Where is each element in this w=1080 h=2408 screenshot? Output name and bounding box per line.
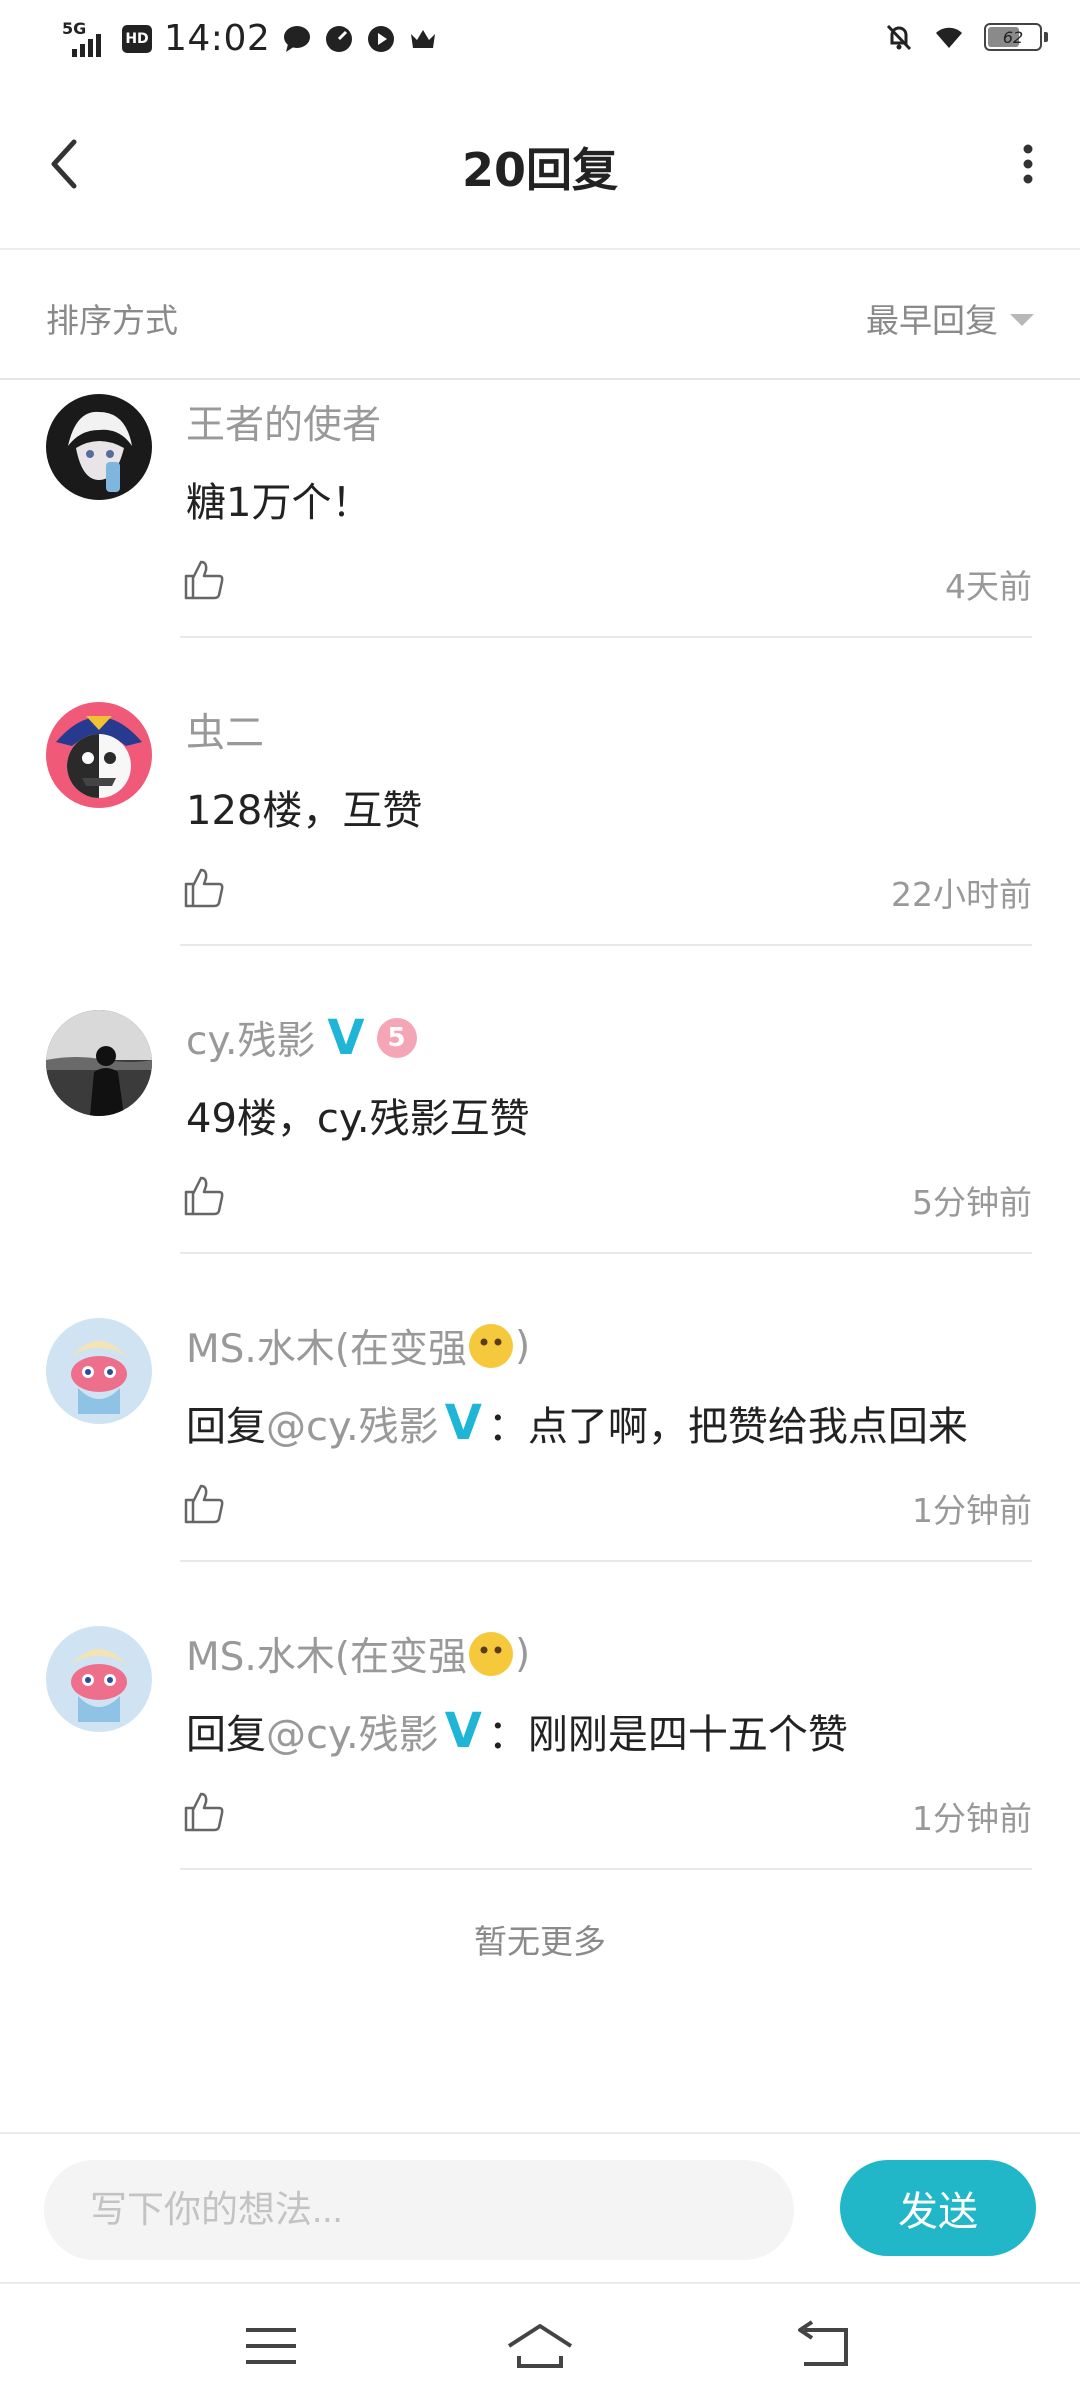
dropdown-triangle-icon [1010, 314, 1034, 326]
system-nav-bar [0, 2282, 1080, 2408]
header: 20回复 [0, 82, 1080, 250]
neutral-face-emoji-icon [469, 1632, 514, 1676]
reply-text: 49楼，cy.残影互赞 [186, 1096, 530, 1142]
avatar[interactable] [46, 394, 152, 500]
sort-bar: 排序方式 最早回复 [0, 250, 1080, 380]
reply-time: 4天前 [945, 567, 1032, 606]
status-bar: 5G HD 14:02 62 [0, 0, 1080, 82]
reply-item: 王者的使者 糖1万个！ 4天前 [0, 380, 1080, 638]
reply-text: ：点了啊，把赞给我点回来 [487, 1404, 968, 1450]
verified-badge: V [327, 1010, 365, 1066]
reply-item: MS.水木(在变强) 回复 @cy.残影 V ：刚刚是四十五个赞 1分钟前 [0, 1562, 1080, 1870]
hd-icon: HD [122, 24, 152, 53]
reply-item: cy.残影 V 5 49楼，cy.残影互赞 5分钟前 [0, 946, 1080, 1254]
thumbs-up-icon[interactable] [182, 1174, 226, 1218]
avatar[interactable] [46, 702, 152, 808]
crown-icon [411, 29, 436, 48]
sort-dropdown[interactable]: 最早回复 [866, 294, 1034, 342]
reply-author[interactable]: cy.残影 V 5 [186, 1010, 417, 1066]
level-badge: 5 [376, 1018, 417, 1058]
thumbs-up-icon[interactable] [182, 1482, 226, 1526]
author-name: MS.水木(在变强 [186, 1635, 468, 1680]
divider [180, 1868, 1032, 1870]
more-options-icon[interactable] [1016, 140, 1040, 188]
play-icon [368, 25, 395, 52]
reply-author[interactable]: MS.水木(在变强) [186, 1626, 530, 1682]
reply-prefix: 回复 [186, 1404, 266, 1450]
mention-link[interactable]: @cy.残影 [266, 1394, 439, 1452]
send-button[interactable]: 发送 [840, 2160, 1036, 2256]
bell-off-icon [886, 24, 912, 51]
verified-badge: V [444, 1395, 482, 1451]
reply-author[interactable]: 虫二 [186, 702, 264, 758]
reply-text: ：刚刚是四十五个赞 [487, 1712, 848, 1758]
reply-item: 虫二 128楼，互赞 22小时前 [0, 638, 1080, 946]
thumbs-up-icon[interactable] [182, 1790, 226, 1834]
reply-time: 1分钟前 [912, 1799, 1032, 1838]
thumbs-up-icon[interactable] [182, 866, 226, 910]
sort-value: 最早回复 [866, 301, 998, 340]
reply-item: MS.水木(在变强) 回复 @cy.残影 V ：点了啊，把赞给我点回来 1分钟前 [0, 1254, 1080, 1562]
reply-time: 5分钟前 [912, 1183, 1032, 1222]
reply-prefix: 回复 [186, 1712, 266, 1758]
reply-time: 22小时前 [891, 875, 1032, 914]
reply-author[interactable]: MS.水木(在变强) [186, 1318, 530, 1374]
author-name: cy.残影 [186, 1019, 316, 1064]
no-more-label: 暂无更多 [474, 1922, 606, 1961]
author-name-suffix: ) [515, 1631, 531, 1677]
neutral-face-emoji-icon [469, 1324, 514, 1368]
reply-list: 王者的使者 糖1万个！ 4天前 虫二 128楼，互赞 22小时前 cy.残影 V… [0, 380, 1080, 1870]
reply-time: 1分钟前 [912, 1491, 1032, 1530]
reply-text: 128楼，互赞 [186, 788, 423, 834]
composer-bar: 发送 [0, 2132, 1080, 2282]
verified-badge: V [444, 1703, 482, 1759]
thumbs-up-icon[interactable] [182, 558, 226, 602]
page-title: 20回复 [461, 143, 618, 197]
reply-content: 回复 @cy.残影 V ：点了啊，把赞给我点回来 [186, 1394, 968, 1452]
author-name-suffix: ) [515, 1323, 531, 1369]
avatar[interactable] [46, 1626, 152, 1732]
reply-content: 回复 @cy.残影 V ：刚刚是四十五个赞 [186, 1702, 848, 1760]
battery-level: 62 [1002, 27, 1024, 47]
back-nav-icon[interactable] [790, 2316, 860, 2376]
comment-input[interactable] [44, 2160, 794, 2260]
battery-icon: 62 [984, 23, 1048, 51]
wifi-icon [936, 27, 962, 48]
sort-label: 排序方式 [46, 301, 178, 340]
signal-icon: 5G [62, 19, 110, 59]
author-name: MS.水木(在变强 [186, 1327, 468, 1372]
author-name: 虫二 [186, 711, 265, 756]
reply-author[interactable]: 王者的使者 [186, 394, 381, 450]
reply-content: 49楼，cy.残影互赞 [186, 1086, 530, 1144]
author-name: 王者的使者 [186, 403, 382, 448]
reply-content: 糖1万个！ [186, 470, 371, 528]
mention-link[interactable]: @cy.残影 [266, 1702, 439, 1760]
avatar[interactable] [46, 1318, 152, 1424]
avatar[interactable] [46, 1010, 152, 1116]
status-time: 14:02 [164, 18, 271, 59]
home-icon[interactable] [505, 2316, 575, 2376]
chat-bubble-icon [284, 25, 311, 52]
speed-icon [326, 25, 353, 52]
reply-content: 128楼，互赞 [186, 778, 422, 836]
reply-text: 糖1万个！ [186, 480, 372, 526]
menu-icon[interactable] [236, 2316, 306, 2376]
